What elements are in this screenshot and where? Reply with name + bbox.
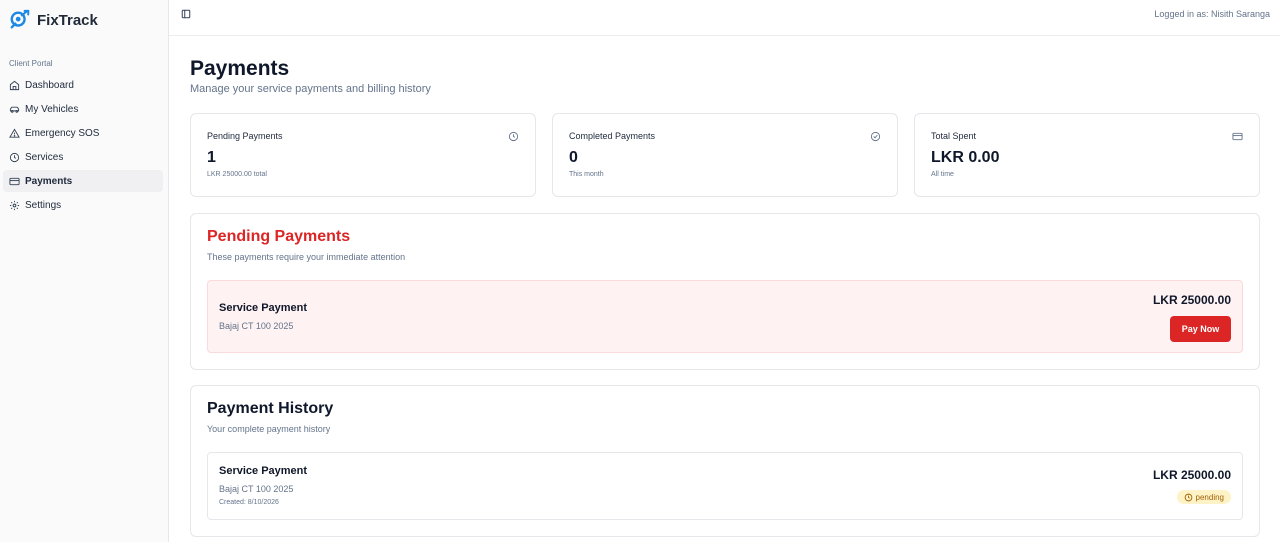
credit-card-icon (9, 176, 20, 187)
stat-card-completed: Completed Payments 0 This month (552, 113, 898, 197)
sidebar-item-my-vehicles[interactable]: My Vehicles (3, 98, 163, 120)
fixtrack-logo-icon (10, 9, 30, 29)
pending-payments-card: Pending Payments These payments require … (190, 213, 1260, 370)
payment-history-subtitle: Your complete payment history (207, 424, 331, 434)
stat-value: 0 (569, 149, 578, 166)
page-subtitle: Manage your service payments and billing… (190, 83, 431, 95)
payment-created-date: Created: 8/10/2026 (219, 499, 279, 506)
status-label: pending (1195, 492, 1224, 502)
clock-icon (1184, 493, 1192, 501)
status-badge: pending (1176, 490, 1231, 504)
stat-value: 1 (207, 149, 216, 166)
clock-icon (508, 131, 519, 142)
home-icon (9, 80, 20, 91)
stat-label: Pending Payments (207, 131, 283, 141)
stat-card-pending: Pending Payments 1 LKR 25000.00 total (190, 113, 536, 197)
pending-payment-item: Service Payment Bajaj CT 100 2025 LKR 25… (207, 280, 1243, 353)
stat-note: All time (931, 171, 954, 178)
pay-now-button[interactable]: Pay Now (1170, 316, 1231, 342)
payment-title: Service Payment (219, 302, 308, 314)
sidebar-item-emergency-sos[interactable]: Emergency SOS (3, 122, 163, 144)
clock-icon (9, 152, 20, 163)
payment-amount: LKR 25000.00 (1152, 468, 1231, 482)
check-circle-icon (870, 131, 881, 142)
gear-icon (9, 200, 20, 211)
payment-amount: LKR 25000.00 (1152, 293, 1231, 307)
sidebar-nav: Dashboard My Vehicles Emergency SOS Serv… (3, 74, 163, 218)
stat-card-total-spent: Total Spent LKR 0.00 All time (914, 113, 1260, 197)
brand-name: FixTrack (37, 11, 98, 29)
sidebar-toggle-icon[interactable] (181, 9, 191, 19)
topbar: Logged in as: Nisith Saranga (169, 0, 1280, 36)
stat-label: Total Spent (931, 131, 977, 141)
sidebar-item-dashboard[interactable]: Dashboard (3, 74, 163, 96)
page-title: Payments (190, 57, 290, 80)
stat-note: LKR 25000.00 total (207, 171, 267, 178)
sidebar-item-label: Services (25, 151, 64, 163)
pending-payments-title: Pending Payments (207, 228, 351, 245)
logged-in-user: Logged in as: Nisith Saranga (1154, 9, 1270, 19)
credit-card-icon (1232, 132, 1243, 141)
sidebar-item-payments[interactable]: Payments (3, 170, 163, 192)
alert-triangle-icon (9, 127, 20, 139)
payment-history-card: Payment History Your complete payment hi… (190, 385, 1260, 537)
sidebar-item-label: My Vehicles (25, 103, 79, 115)
car-icon (9, 104, 20, 115)
sidebar-item-settings[interactable]: Settings (3, 194, 163, 216)
sidebar-item-label: Emergency SOS (25, 127, 100, 139)
pending-payments-subtitle: These payments require your immediate at… (207, 252, 406, 262)
history-item: Service Payment Bajaj CT 100 2025 Create… (207, 452, 1243, 520)
sidebar: FixTrack Client Portal Dashboard My Vehi… (0, 0, 169, 542)
sidebar-item-services[interactable]: Services (3, 146, 163, 168)
sidebar-section-label: Client Portal (9, 59, 53, 68)
stat-value: LKR 0.00 (931, 149, 1000, 166)
stat-label: Completed Payments (569, 131, 656, 141)
sidebar-item-label: Payments (25, 175, 73, 187)
payment-vehicle: Bajaj CT 100 2025 (219, 484, 294, 494)
payment-history-title: Payment History (207, 400, 334, 417)
payment-title: Service Payment (219, 465, 308, 477)
payment-vehicle: Bajaj CT 100 2025 (219, 321, 294, 331)
stat-note: This month (569, 171, 604, 178)
brand[interactable]: FixTrack (9, 9, 98, 31)
sidebar-item-label: Settings (25, 199, 62, 211)
sidebar-item-label: Dashboard (25, 79, 74, 91)
